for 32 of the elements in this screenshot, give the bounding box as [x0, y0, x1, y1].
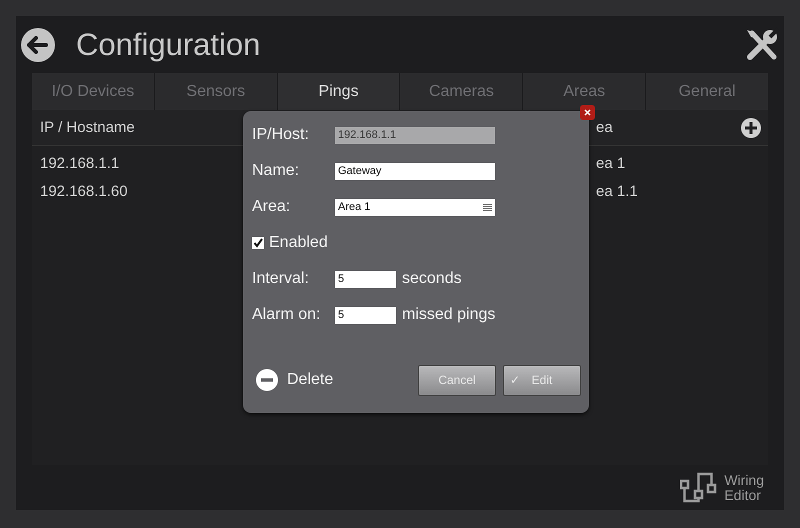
field-label: Alarm on:: [252, 306, 322, 324]
field-label: Name:: [252, 162, 300, 180]
page-title: Configuration: [76, 26, 262, 62]
minus-icon: [255, 368, 279, 392]
list-icon: [483, 204, 492, 210]
checkbox[interactable]: [252, 237, 264, 249]
ip-field[interactable]: 192.168.1.1: [335, 126, 495, 144]
table-cell: 192.168.1.1: [40, 154, 120, 172]
wiring-editor-label[interactable]: Wiring: [724, 472, 764, 488]
area-dropdown[interactable]: Area 1: [335, 198, 495, 216]
table-cell: ea 1.1: [596, 182, 638, 200]
field-label: IP/Host:: [252, 126, 310, 144]
number-field[interactable]: 5: [335, 270, 396, 288]
unit-label: seconds: [402, 270, 462, 288]
delete-button[interactable]: Delete: [252, 368, 411, 392]
wiring-icon[interactable]: [680, 472, 718, 504]
add-icon[interactable]: [740, 116, 762, 138]
table-cell: 192.168.1.60: [40, 182, 128, 200]
back-icon[interactable]: [20, 26, 56, 62]
column-header: IP / Hostname: [40, 119, 135, 136]
name-field[interactable]: Gateway: [335, 162, 495, 180]
column-header: ea: [596, 119, 613, 136]
close-icon: [584, 109, 591, 116]
number-field[interactable]: 5: [335, 306, 396, 324]
tab[interactable]: Pings: [278, 73, 400, 110]
table-cell: ea 1: [596, 154, 626, 172]
field-label: Interval:: [252, 270, 310, 288]
checkbox-label: Enabled: [269, 234, 328, 252]
wiring-editor-label[interactable]: Editor: [724, 488, 764, 502]
field-label: Area:: [252, 198, 292, 216]
close-button[interactable]: [580, 105, 595, 120]
unit-label: missed pings: [402, 306, 496, 324]
